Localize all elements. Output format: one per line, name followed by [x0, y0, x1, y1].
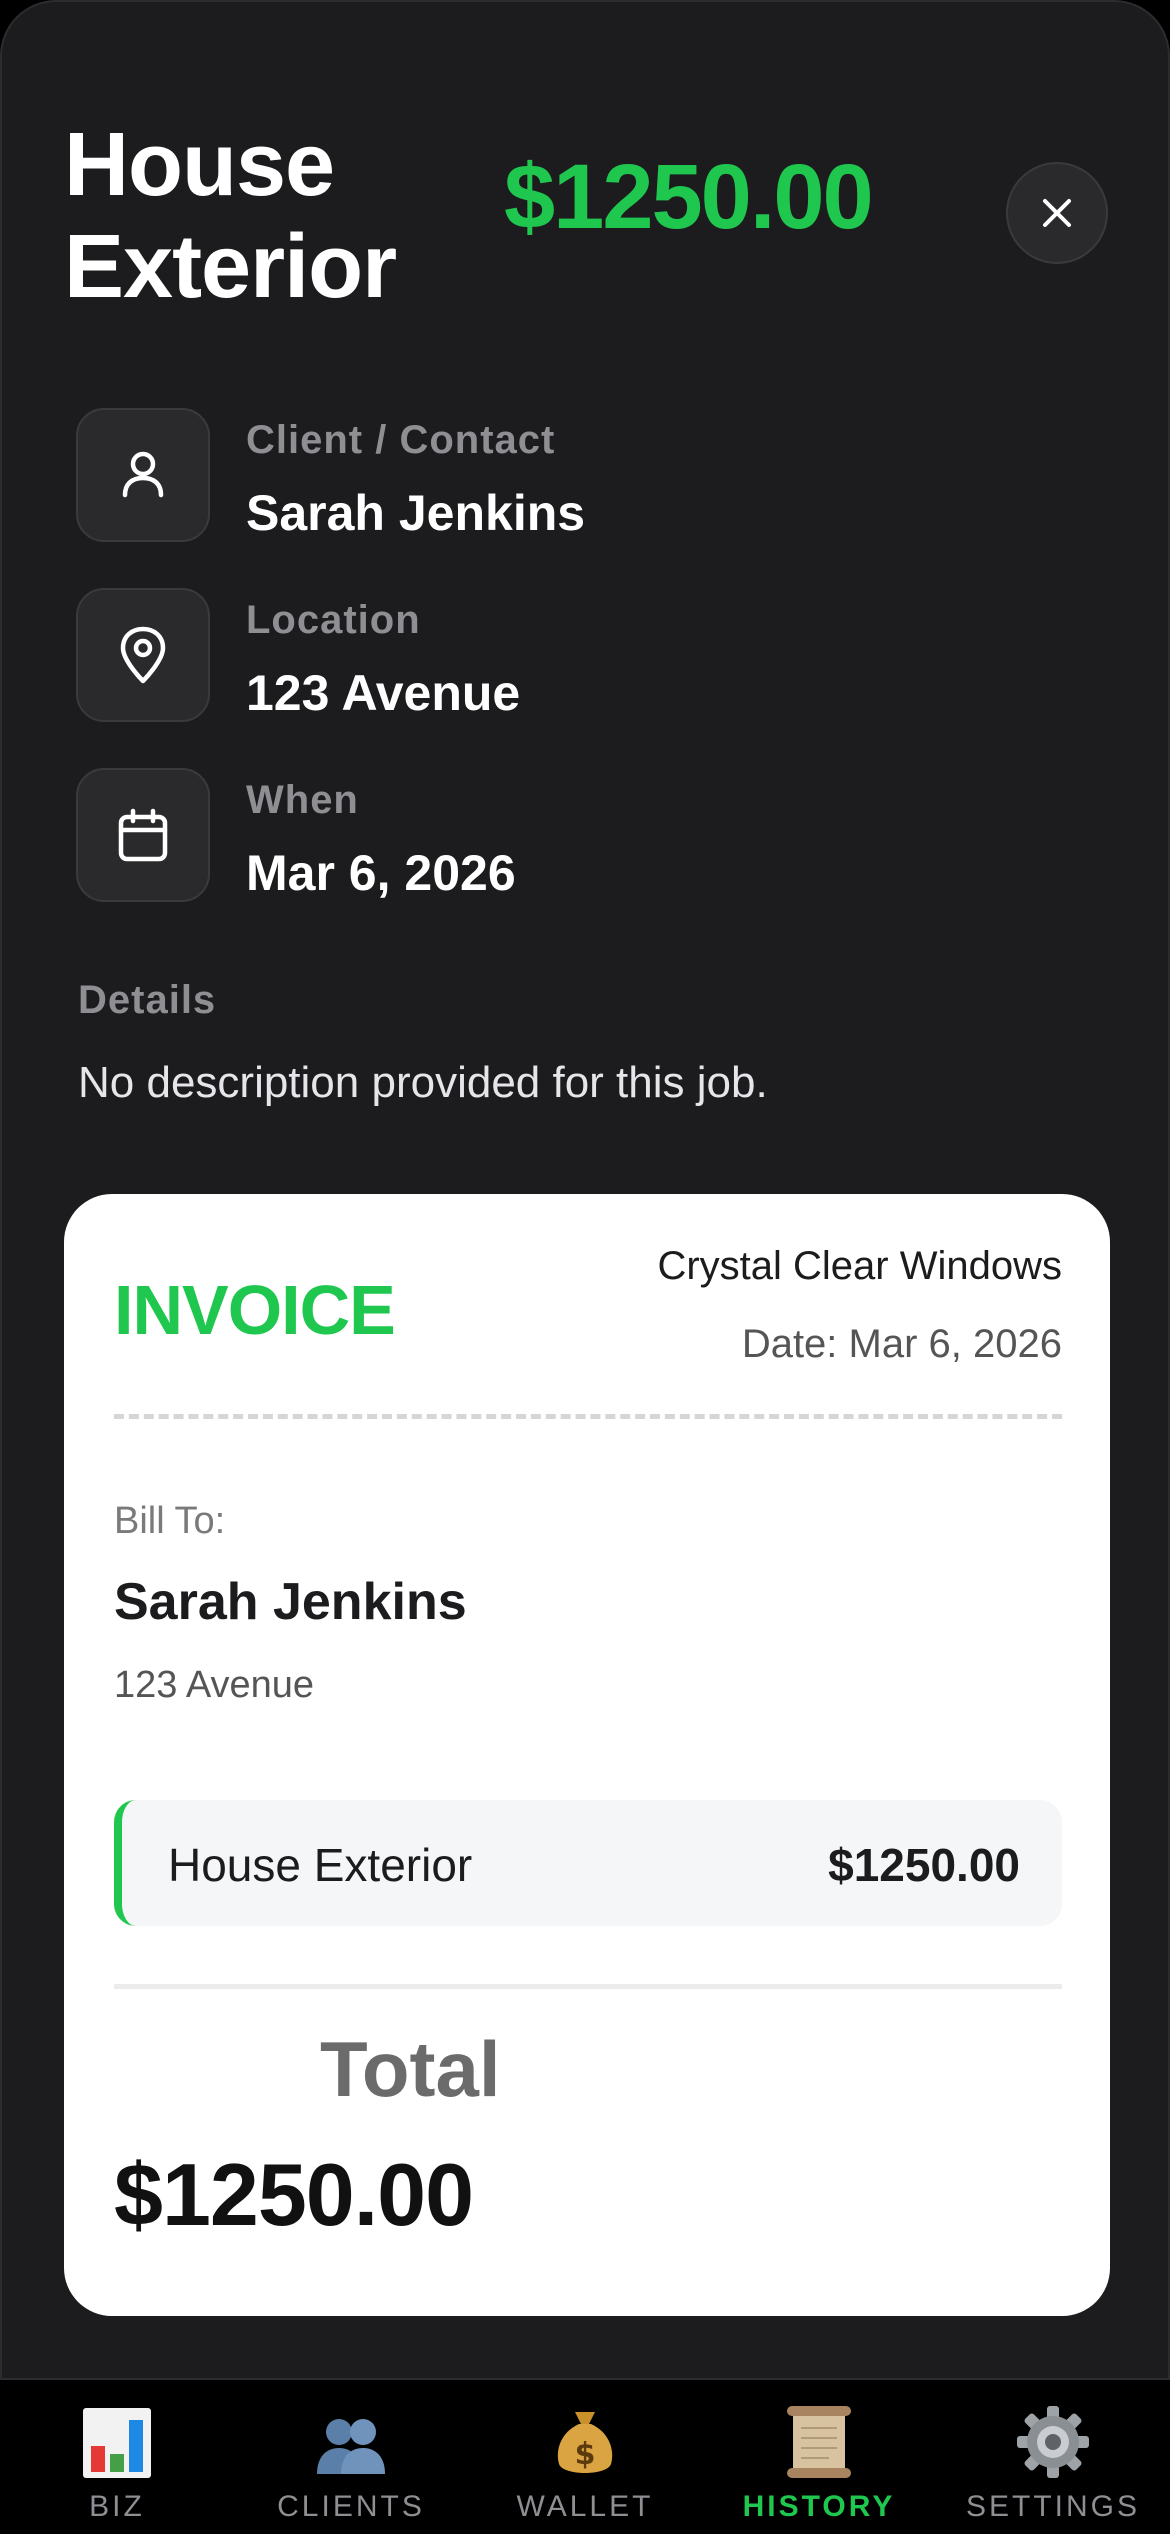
invoice-company: Crystal Clear Windows [657, 1244, 1062, 1288]
tab-biz[interactable]: BIZ [0, 2380, 234, 2534]
invoice-heading: INVOICE [114, 1271, 396, 1349]
tab-settings[interactable]: SETTINGS [936, 2380, 1170, 2534]
invoice-divider [114, 1414, 1062, 1419]
invoice-card: INVOICE Crystal Clear Windows Date: Mar … [64, 1194, 1110, 2316]
when-label: When [246, 778, 359, 822]
client-label: Client / Contact [246, 418, 556, 462]
when-value: Mar 6, 2026 [246, 845, 516, 901]
tab-history[interactable]: HISTORY [702, 2380, 936, 2534]
job-detail-sheet: House Exterior $1250.00 Client / Contact… [0, 0, 1170, 2378]
bar-chart-icon [83, 2408, 151, 2478]
bill-to-label: Bill To: [114, 1500, 226, 1542]
bill-to-address: 123 Avenue [114, 1664, 315, 1706]
tab-biz-label: BIZ [89, 2490, 145, 2523]
line-item-description: House Exterior [168, 1839, 473, 1891]
info-row-location: Location 123 Avenue [76, 588, 1076, 722]
close-icon [1043, 199, 1071, 227]
money-bag-icon: $ [557, 2412, 613, 2473]
location-label: Location [246, 598, 421, 642]
person-icon [76, 408, 210, 542]
details-text: No description provided for this job. [78, 1058, 768, 1107]
total-divider [114, 1984, 1062, 1989]
invoice-date: Date: Mar 6, 2026 [741, 1322, 1062, 1366]
client-name: Sarah Jenkins [246, 485, 586, 541]
tab-clients-label: CLIENTS [277, 2490, 425, 2523]
location-value: 123 Avenue [246, 665, 521, 721]
calendar-icon [76, 768, 210, 902]
details-label: Details [78, 978, 217, 1022]
tab-history-label: HISTORY [742, 2490, 896, 2523]
gear-icon [1017, 2406, 1089, 2478]
tab-wallet[interactable]: $ WALLET [468, 2380, 702, 2534]
invoice-line-item: House Exterior $1250.00 [114, 1800, 1062, 1926]
scroll-icon [787, 2406, 851, 2478]
svg-text:$: $ [575, 2437, 596, 2472]
tab-settings-label: SETTINGS [965, 2490, 1140, 2523]
close-button[interactable] [1006, 162, 1108, 264]
tab-clients[interactable]: CLIENTS [234, 2380, 468, 2534]
total-amount: $1250.00 [114, 2145, 474, 2244]
line-item-amount: $1250.00 [828, 1839, 1020, 1891]
bill-to-name: Sarah Jenkins [114, 1573, 467, 1631]
job-amount: $1250.00 [504, 146, 874, 248]
info-row-client: Client / Contact Sarah Jenkins [76, 408, 1076, 542]
tab-bar: BIZ CLIENTS $ WALLET HISTORY SETTINGS [0, 2378, 1170, 2532]
job-title: House Exterior [64, 115, 397, 317]
info-row-when: When Mar 6, 2026 [76, 768, 1076, 902]
location-pin-icon [76, 588, 210, 722]
tab-wallet-label: WALLET [516, 2490, 654, 2523]
people-icon [317, 2419, 385, 2474]
total-label: Total [320, 2025, 501, 2113]
